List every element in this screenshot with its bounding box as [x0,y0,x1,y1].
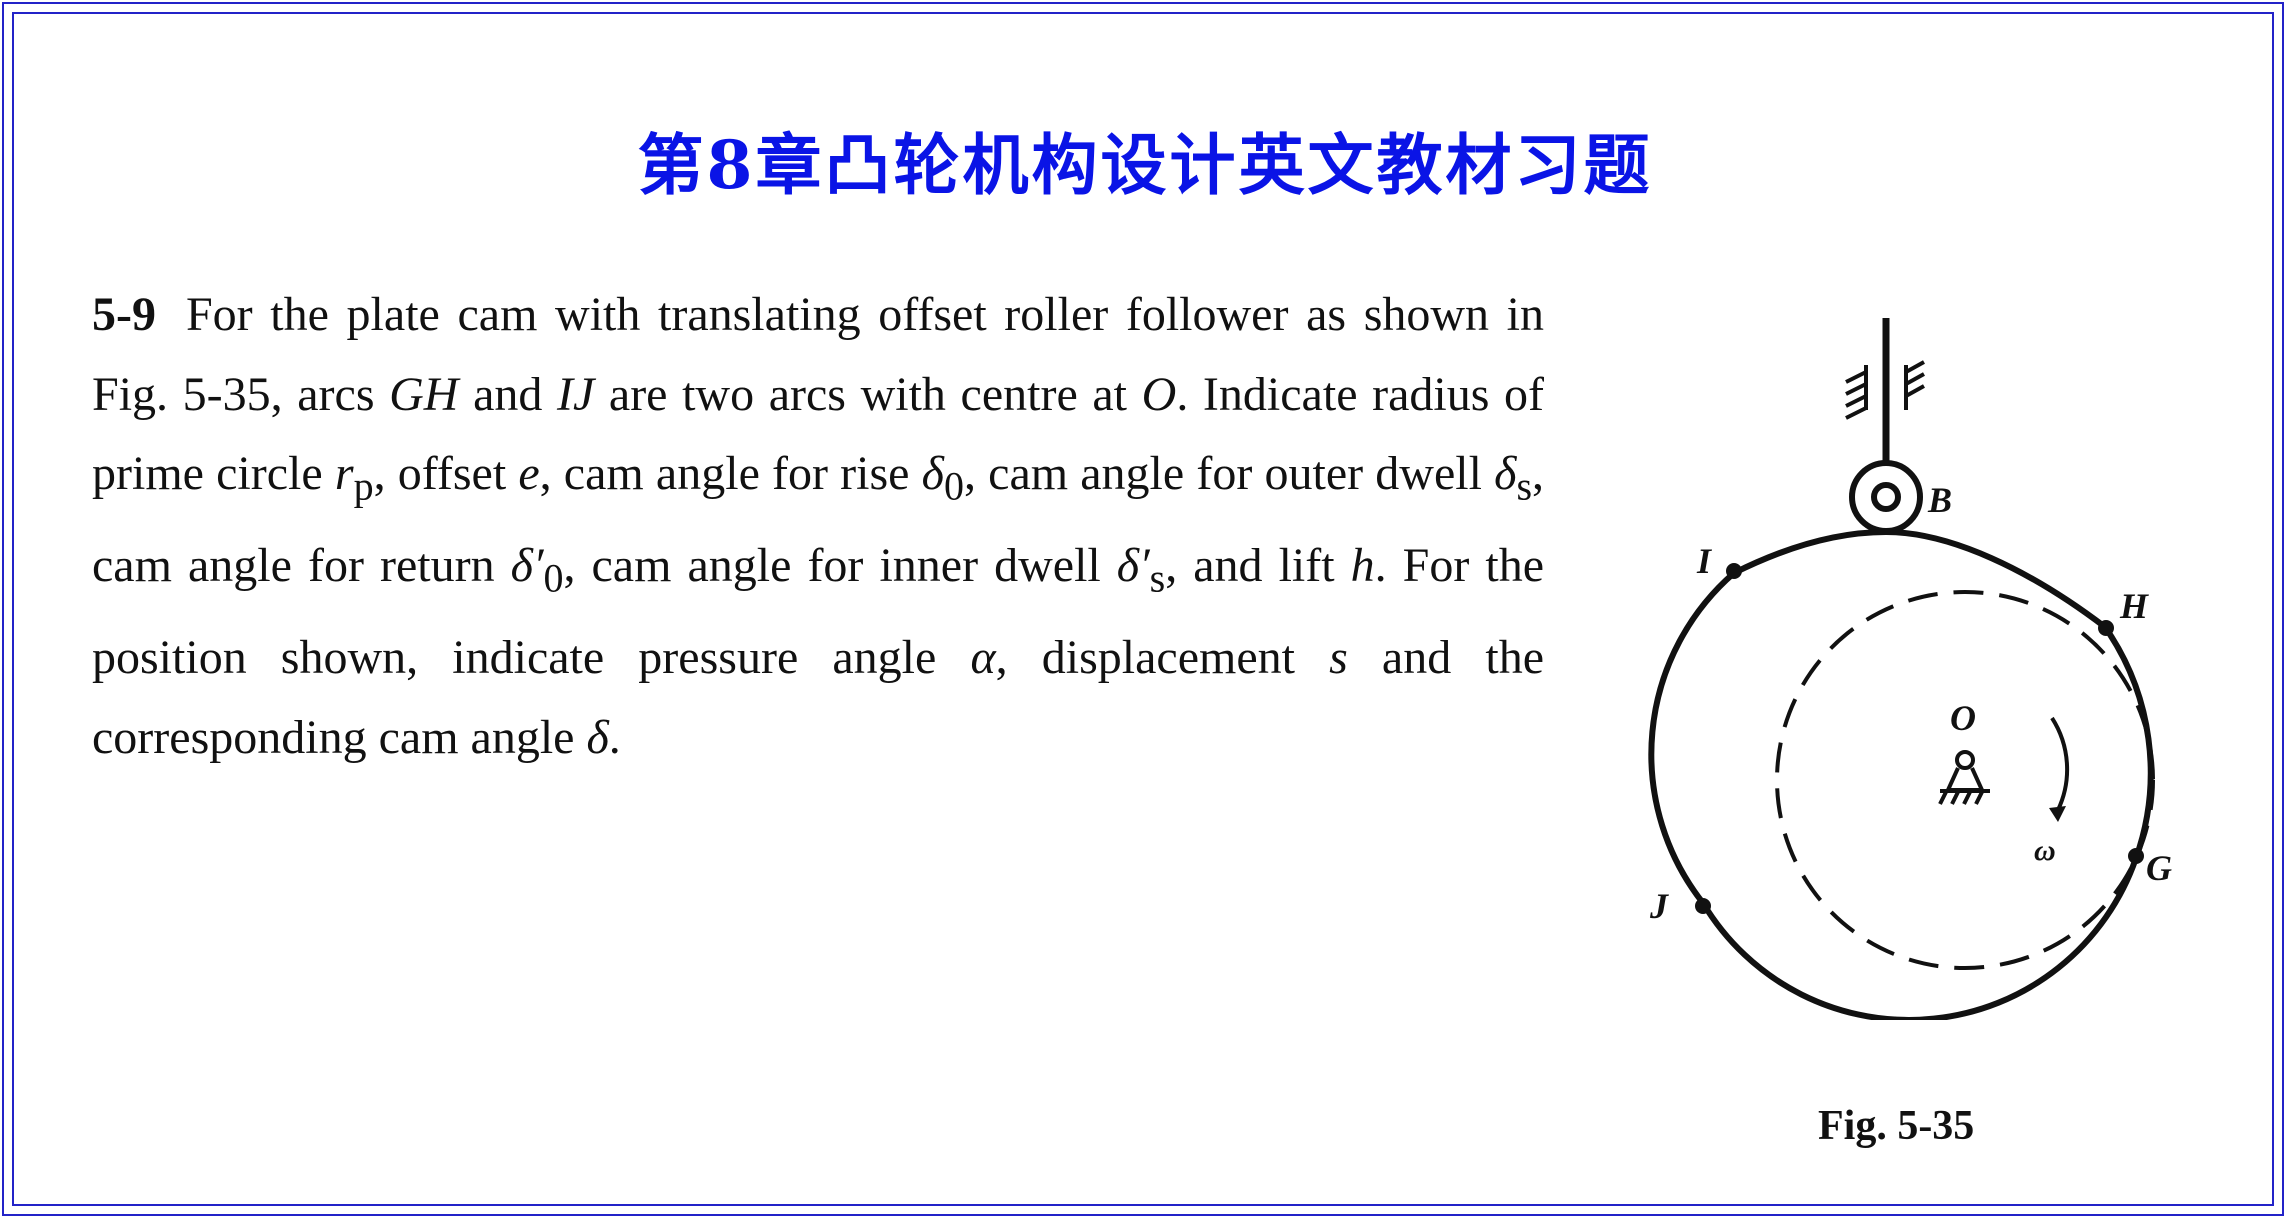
return-angle-symbol: δ′ [510,539,544,593]
roller-pin [1871,482,1901,512]
point-i [1726,563,1742,579]
inner-dwell-subscript: s [1149,555,1166,601]
label-omega: ω [2034,834,2056,867]
arc-ij-symbol: IJ [556,367,595,421]
prime-radius-subscript: p [353,463,374,509]
problem-text-segment: and [458,367,557,421]
pressure-angle-symbol: α [970,631,996,685]
return-angle-subscript: 0 [543,555,564,601]
figure-caption: Fig. 5-35 [1818,1103,1975,1149]
centre-o-symbol: O [1141,367,1177,421]
point-g [2128,848,2144,864]
problem-text-segment: , and lift [1165,539,1351,593]
problem-text-segment: , cam angle for outer dwell [963,447,1495,500]
label-i: I [1696,541,1713,581]
guide-hatch-left [1845,365,1868,420]
rotation-arrow-head [2049,806,2066,822]
prime-radius-symbol: r [334,447,354,500]
point-h [2098,620,2114,636]
problem-text-segment: , cam angle for inner dwell [563,539,1117,593]
cam-profile [1648,528,2154,1020]
problem-text-segment: , cam angle for rise [539,447,922,500]
label-g: G [2146,848,2172,888]
label-o: O [1950,698,1976,738]
rotation-arrow [2050,716,2070,811]
outer-dwell-subscript: s [1516,463,1533,509]
problem-text-segment: . [608,710,621,764]
problem-text-segment: , displacement [995,631,1330,685]
point-j [1695,898,1711,914]
label-h: H [2119,586,2149,626]
page-title: 第8章凸轮机构设计英文教材习题 [637,126,1653,204]
outer-dwell-symbol: δ [1494,447,1517,500]
rise-angle-subscript: 0 [943,463,964,509]
label-b: B [1927,480,1952,520]
guide-hatch-right [1904,360,1925,410]
inner-dwell-symbol: δ′ [1116,539,1150,593]
problem-text-segment: are two arcs with centre at [594,367,1142,421]
pivot-o [1938,750,1990,805]
lift-symbol: h [1350,539,1375,593]
base-circle-dashed [1775,590,2155,970]
offset-symbol: e [518,447,540,500]
cam-angle-symbol: δ [586,710,609,764]
rise-angle-symbol: δ [921,447,944,500]
problem-text: 5-9 For the plate cam with translating of… [92,275,1544,777]
displacement-symbol: s [1329,631,1348,685]
cam-figure: B I H O G J ω [1648,318,2172,1020]
problem-number: 5-9 [92,288,156,341]
label-j: J [1649,886,1669,926]
arc-gh-symbol: GH [389,367,459,421]
problem-text-segment: , offset [373,447,519,500]
